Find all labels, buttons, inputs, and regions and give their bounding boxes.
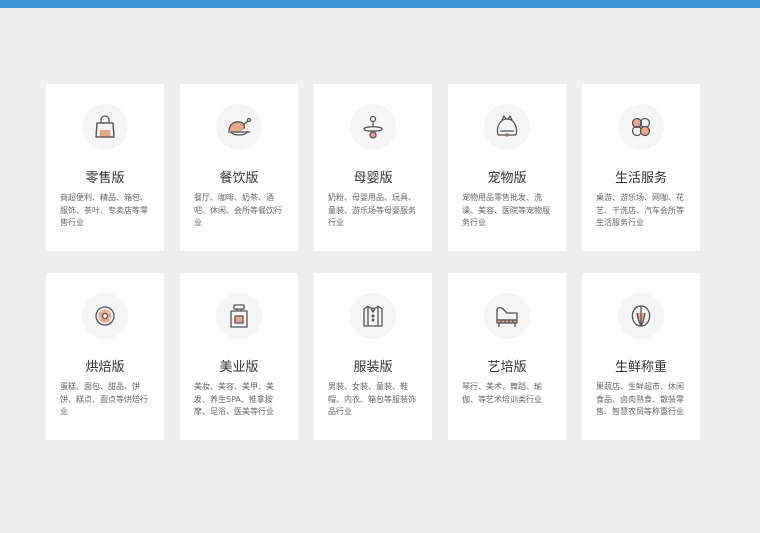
card-description: 桌游、游乐场、网咖、花艺、干洗店、汽车会所等生活服务行业 [596,193,684,227]
industry-card-fresh-weighing[interactable]: 生鲜称重 果蔬店、生鲜超市、休闲食品、卤肉熟食、散装零售、智慧农贸等称重行业 [582,273,700,440]
industry-card-life-service[interactable]: 生活服务 桌游、游乐场、网咖、花艺、干洗店、汽车会所等生活服务行业 [582,84,700,251]
industry-card-beauty[interactable]: 美业版 美妆、美容、美甲、美发、养生SPA、推拿按摩、足浴、医美等行业 [180,273,298,440]
industry-card-bakery[interactable]: 烘焙版 蛋糕、面包、甜品、饼饼、糕点、面点等烘焙行业 [46,273,164,440]
card-title: 艺培版 [487,360,527,375]
card-title: 生活服务 [614,171,667,186]
industry-card-catering[interactable]: 餐饮版 餐厅、咖啡、奶茶、酒吧、休闲、会所等餐饮行业 [180,84,298,251]
card-title: 生鲜称重 [614,360,667,375]
clover-icon [631,117,651,137]
shirt-icon [363,305,383,327]
card-description: 果蔬店、生鲜超市、休闲食品、卤肉熟食、散装零售、智慧农贸等称重行业 [596,382,684,416]
industry-card-maternal-baby[interactable]: 母婴版 奶粉、母婴用品、玩具、童装、游乐场等母婴服务行业 [314,84,432,251]
card-title: 零售版 [85,171,125,186]
card-description: 餐厅、咖啡、奶茶、酒吧、休闲、会所等餐饮行业 [194,193,282,227]
industry-card-apparel[interactable]: 服装版 男装、女装、童装、鞋帽、内衣、箱包等服装饰品行业 [314,273,432,440]
card-description: 蛋糕、面包、甜品、饼饼、糕点、面点等烘焙行业 [60,382,148,416]
cabbage-icon [631,305,651,327]
pacifier-icon [363,115,383,139]
industry-card-art-training[interactable]: 艺培版 琴行、美术、舞蹈、瑜伽、等艺术培训类行业 [448,273,566,440]
card-description: 男装、女装、童装、鞋帽、内衣、箱包等服装饰品行业 [328,382,416,416]
card-description: 美妆、美容、美甲、美发、养生SPA、推拿按摩、足浴、医美等行业 [194,382,274,416]
roast-chicken-icon [228,117,252,136]
piano-icon [496,306,518,327]
industry-card-pet[interactable]: 宠物版 宠物用品零售批发、洗澡、美容、医院等宠物服务行业 [448,84,566,251]
donut-icon [95,306,115,326]
top-accent-bar [0,0,760,8]
card-title: 宠物版 [487,171,527,186]
card-title: 烘焙版 [85,360,125,375]
card-description: 琴行、美术、舞蹈、瑜伽、等艺术培训类行业 [462,382,542,404]
card-title: 美业版 [219,360,259,375]
card-title: 餐饮版 [219,171,259,186]
pet-icon [496,115,518,138]
card-title: 母婴版 [353,171,393,186]
shopping-bag-icon [95,115,115,138]
card-description: 奶粉、母婴用品、玩具、童装、游乐场等母婴服务行业 [328,193,416,227]
card-description: 宠物用品零售批发、洗澡、美容、医院等宠物服务行业 [462,193,550,227]
card-title: 服装版 [353,360,393,375]
industry-card-retail[interactable]: 零售版 商超便利、精品、箱包、服饰、茶叶、专卖店等零售行业 [46,84,164,251]
card-description: 商超便利、精品、箱包、服饰、茶叶、专卖店等零售行业 [60,193,148,227]
perfume-icon [230,304,248,328]
